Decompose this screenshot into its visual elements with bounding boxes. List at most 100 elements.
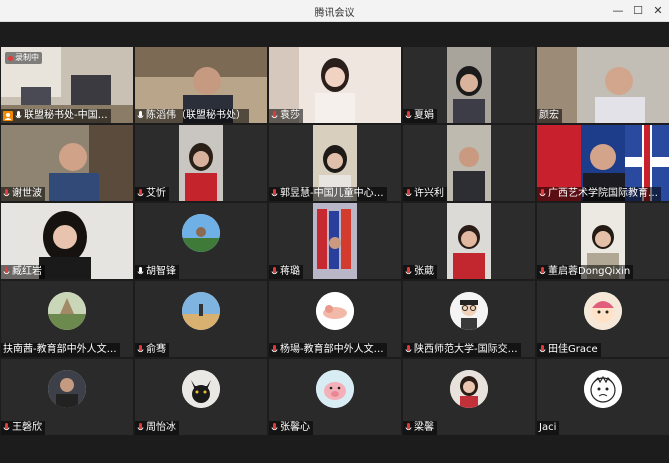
participant-name: 周怡冰 xyxy=(135,421,179,435)
microphone-icon xyxy=(137,267,144,275)
microphone-icon xyxy=(15,111,22,119)
microphone-icon xyxy=(271,423,278,431)
participant-tile[interactable]: 扶南茜-教育部中外人文… xyxy=(1,281,133,357)
participant-name: 陕西师范大学-国际交… xyxy=(403,343,521,357)
microphone-icon xyxy=(137,189,144,197)
avatar-image xyxy=(450,292,488,330)
participant-name: 张葳 xyxy=(403,265,437,279)
microphone-icon xyxy=(405,345,412,353)
participant-name: 扶南茜-教育部中外人文… xyxy=(1,343,120,357)
participant-name: 艾忻 xyxy=(135,187,169,201)
participant-tile[interactable]: 王磬欣 xyxy=(1,359,133,435)
avatar xyxy=(450,370,488,408)
participant-name: 袁莎 xyxy=(269,109,303,123)
title-bar: 腾讯会议 — ☐ ✕ xyxy=(0,0,669,22)
maximize-button[interactable]: ☐ xyxy=(629,2,647,20)
microphone-icon xyxy=(271,111,278,119)
microphone-icon xyxy=(539,267,546,275)
window-title: 腾讯会议 xyxy=(314,8,355,19)
participant-tile[interactable]: 蒋璐 xyxy=(269,203,401,279)
avatar xyxy=(48,370,86,408)
microphone-icon xyxy=(539,189,546,197)
participant-tile[interactable]: 录制中 联盟秘书处-中国… xyxy=(1,47,133,123)
record-dot-icon xyxy=(8,55,13,61)
avatar xyxy=(316,292,354,330)
avatar-image xyxy=(48,370,86,408)
participant-tile[interactable]: 夏娟 xyxy=(403,47,535,123)
participant-tile[interactable]: 田佳Grace xyxy=(537,281,669,357)
avatar-image xyxy=(316,370,354,408)
participant-tile[interactable]: 陈滔伟（联盟秘书处） xyxy=(135,47,267,123)
participant-tile[interactable]: 陕西师范大学-国际交… xyxy=(403,281,535,357)
participant-name: 杨瑒-教育部中外人文… xyxy=(269,343,387,357)
participant-tile[interactable]: 梁馨 xyxy=(403,359,535,435)
participant-name: Jaci xyxy=(537,421,560,435)
participant-tile[interactable]: 谢世波 xyxy=(1,125,133,201)
close-button[interactable]: ✕ xyxy=(649,2,667,20)
participant-name: 郭昱慧-中国儿童中心… xyxy=(269,187,387,201)
participant-tile[interactable]: 臧红岩 xyxy=(1,203,133,279)
participant-name: 王磬欣 xyxy=(1,421,45,435)
microphone-icon xyxy=(137,345,144,353)
participant-name: 广西艺术学院国际教育… xyxy=(537,187,661,201)
participant-name: 臧红岩 xyxy=(1,265,45,279)
microphone-icon xyxy=(3,267,10,275)
participant-tile[interactable]: 杨瑒-教育部中外人文… xyxy=(269,281,401,357)
participant-name: 许兴利 xyxy=(403,187,447,201)
microphone-icon xyxy=(3,423,10,431)
participant-name: 田佳Grace xyxy=(537,343,601,357)
minimize-button[interactable]: — xyxy=(609,2,627,20)
participant-name: 俞骞 xyxy=(135,343,169,357)
avatar xyxy=(584,292,622,330)
avatar-image xyxy=(48,292,86,330)
microphone-icon xyxy=(271,345,278,353)
microphone-icon xyxy=(271,267,278,275)
avatar xyxy=(182,214,220,252)
avatar-image xyxy=(182,370,220,408)
microphone-icon xyxy=(405,189,412,197)
participant-tile[interactable]: 胡智锋 xyxy=(135,203,267,279)
host-icon xyxy=(3,111,13,121)
avatar-image xyxy=(182,292,220,330)
participant-tile[interactable]: 张馨心 xyxy=(269,359,401,435)
participant-name: 颜宏 xyxy=(537,109,562,123)
participant-tile[interactable]: 广西艺术学院国际教育… xyxy=(537,125,669,201)
participant-name: 夏娟 xyxy=(403,109,437,123)
microphone-icon xyxy=(3,189,10,197)
avatar xyxy=(48,292,86,330)
participant-name: 梁馨 xyxy=(403,421,437,435)
meeting-window: 腾讯会议 — ☐ ✕ 录制中 联盟秘书处-中国… 陈滔伟（联盟秘书处） 袁莎 夏… xyxy=(0,0,669,463)
recording-indicator: 录制中 xyxy=(5,52,42,64)
avatar xyxy=(182,370,220,408)
participant-tile[interactable]: 许兴利 xyxy=(403,125,535,201)
participant-tile[interactable]: 艾忻 xyxy=(135,125,267,201)
microphone-icon xyxy=(405,267,412,275)
avatar xyxy=(316,370,354,408)
participant-name: 陈滔伟（联盟秘书处） xyxy=(135,109,249,123)
avatar xyxy=(450,292,488,330)
avatar-image xyxy=(450,370,488,408)
avatar-image xyxy=(584,370,622,408)
participant-tile[interactable]: 张葳 xyxy=(403,203,535,279)
microphone-icon xyxy=(137,423,144,431)
participant-tile[interactable]: 周怡冰 xyxy=(135,359,267,435)
microphone-icon xyxy=(137,111,144,119)
participant-grid: 录制中 联盟秘书处-中国… 陈滔伟（联盟秘书处） 袁莎 夏娟 颜宏 谢世波 艾忻… xyxy=(0,47,669,439)
participant-name: 胡智锋 xyxy=(135,265,179,279)
microphone-icon xyxy=(271,189,278,197)
participant-name: 董启蓉DongQixin xyxy=(537,265,634,279)
participant-tile[interactable]: 袁莎 xyxy=(269,47,401,123)
microphone-icon xyxy=(405,423,412,431)
microphone-icon xyxy=(539,345,546,353)
participant-tile[interactable]: 郭昱慧-中国儿童中心… xyxy=(269,125,401,201)
participant-tile[interactable]: 颜宏 xyxy=(537,47,669,123)
avatar-image xyxy=(316,292,354,330)
microphone-icon xyxy=(405,111,412,119)
participant-tile[interactable]: 董启蓉DongQixin xyxy=(537,203,669,279)
participant-tile[interactable]: 俞骞 xyxy=(135,281,267,357)
participant-name: 蒋璐 xyxy=(269,265,303,279)
participant-name: 谢世波 xyxy=(1,187,45,201)
avatar xyxy=(182,292,220,330)
participant-tile[interactable]: Jaci xyxy=(537,359,669,435)
avatar xyxy=(584,370,622,408)
